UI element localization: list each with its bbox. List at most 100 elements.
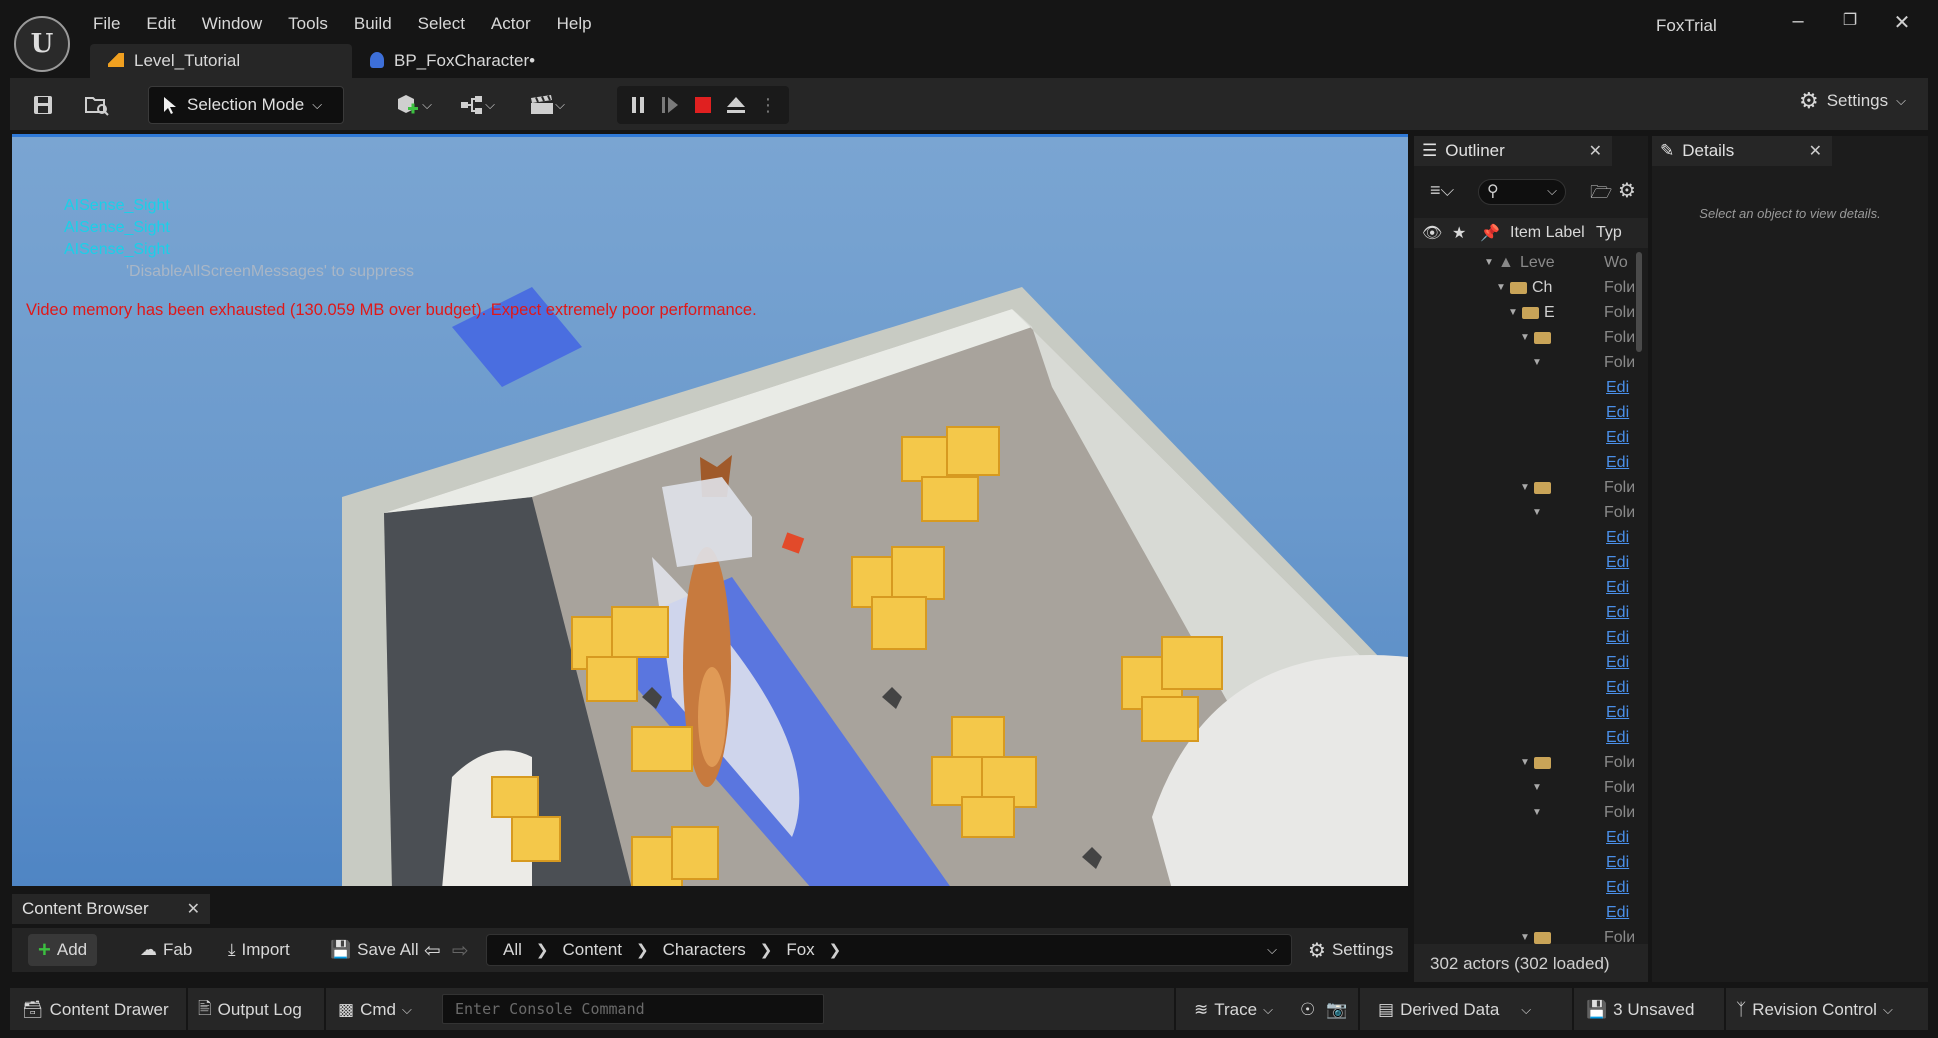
outliner-row[interactable]: Edi <box>1414 400 1634 425</box>
level-viewport[interactable]: AISense_Sight AISense_Sight AISense_Sigh… <box>12 134 1408 886</box>
column-type[interactable]: Typ <box>1596 224 1622 242</box>
outliner-row-type-link[interactable]: Edi <box>1606 429 1629 447</box>
menu-select[interactable]: Select <box>405 10 478 38</box>
breadcrumb-fox[interactable]: Fox <box>786 940 814 960</box>
outliner-row-type-link[interactable]: Edi <box>1606 454 1629 472</box>
import-button[interactable]: ⤓ Import <box>218 934 300 966</box>
pause-icon[interactable] <box>629 95 647 115</box>
unreal-logo-icon[interactable]: U <box>14 16 70 72</box>
outliner-search-input[interactable]: ⚲ ⌵ <box>1478 179 1566 205</box>
expand-arrow-icon[interactable]: ▼ <box>1520 332 1530 343</box>
minimize-icon[interactable]: – <box>1778 10 1818 38</box>
outliner-row[interactable]: ▼ Folи <box>1414 775 1634 800</box>
outliner-row-type-link[interactable]: Edi <box>1606 629 1629 647</box>
outliner-row-type-link[interactable]: Edi <box>1606 904 1629 922</box>
close-window-icon[interactable]: ✕ <box>1882 10 1922 38</box>
outliner-row-type-link[interactable]: Edi <box>1606 579 1629 597</box>
chevron-right-icon[interactable]: ❯ <box>829 941 842 959</box>
screenshot-icon[interactable]: 📷 <box>1326 996 1347 1024</box>
console-command-input[interactable]: Enter Console Command <box>442 994 824 1024</box>
outliner-row-type-link[interactable]: Edi <box>1606 379 1629 397</box>
chevron-down-icon[interactable]: ⌵ <box>1267 942 1277 958</box>
outliner-row[interactable]: Edi <box>1414 875 1634 900</box>
expand-arrow-icon[interactable]: ▼ <box>1484 257 1494 268</box>
outliner-row[interactable]: Edi <box>1414 675 1634 700</box>
add-button[interactable]: + Add <box>28 934 98 966</box>
outliner-row[interactable]: Edi <box>1414 625 1634 650</box>
outliner-row[interactable]: ▼ E Folи <box>1414 300 1634 325</box>
stop-icon[interactable] <box>693 95 713 115</box>
outliner-row-type-link[interactable]: Edi <box>1606 854 1629 872</box>
restore-icon[interactable]: ❐ <box>1830 10 1870 38</box>
outliner-row[interactable]: Edi <box>1414 850 1634 875</box>
close-icon[interactable]: ✕ <box>1589 141 1602 161</box>
expand-arrow-icon[interactable]: ▼ <box>1520 757 1530 768</box>
expand-arrow-icon[interactable]: ▼ <box>1532 357 1542 368</box>
outliner-row-type-link[interactable]: Edi <box>1606 529 1629 547</box>
step-frame-icon[interactable] <box>659 95 681 115</box>
outliner-row-type-link[interactable]: Edi <box>1606 829 1629 847</box>
add-actor-button[interactable]: ⌵ <box>388 88 438 122</box>
outliner-row[interactable]: ▼ Folи <box>1414 475 1634 500</box>
outliner-row-type-link[interactable]: Edi <box>1606 729 1629 747</box>
outliner-row[interactable]: Edi <box>1414 650 1634 675</box>
cinematics-button[interactable]: ⌵ <box>522 88 572 122</box>
chevron-right-icon[interactable]: ❯ <box>536 941 549 959</box>
menu-help[interactable]: Help <box>544 10 605 38</box>
outliner-row[interactable]: Edi <box>1414 525 1634 550</box>
expand-arrow-icon[interactable]: ▼ <box>1496 282 1506 293</box>
outliner-row-type-link[interactable]: Edi <box>1606 704 1629 722</box>
chevron-right-icon[interactable]: ❯ <box>636 941 649 959</box>
cb-settings-button[interactable]: ⚙ Settings <box>1298 934 1403 966</box>
outliner-row[interactable]: Edi <box>1414 375 1634 400</box>
menu-edit[interactable]: Edit <box>133 10 188 38</box>
pin-icon[interactable]: 📌 <box>1480 223 1500 243</box>
expand-arrow-icon[interactable]: ▼ <box>1532 507 1542 518</box>
expand-arrow-icon[interactable]: ▼ <box>1508 307 1518 318</box>
expand-arrow-icon[interactable]: ▼ <box>1532 807 1542 818</box>
outliner-row[interactable]: ▼ Folи <box>1414 800 1634 825</box>
viewport-scene[interactable] <box>12 137 1408 886</box>
outliner-row[interactable]: Edi <box>1414 900 1634 925</box>
outliner-tab[interactable]: ☰ Outliner ✕ <box>1414 136 1612 166</box>
menu-tools[interactable]: Tools <box>275 10 341 38</box>
column-item-label[interactable]: Item Label <box>1510 224 1585 242</box>
unsaved-button[interactable]: 💾 3 Unsaved <box>1586 996 1694 1024</box>
chevron-right-icon[interactable]: ❯ <box>760 941 773 959</box>
outliner-row-type-link[interactable]: Edi <box>1606 404 1629 422</box>
forward-icon[interactable]: ⇨ <box>452 934 469 966</box>
browse-level-icon[interactable] <box>80 88 114 122</box>
outliner-row[interactable]: Edi <box>1414 550 1634 575</box>
outliner-row[interactable]: ▼ Folи <box>1414 500 1634 525</box>
outliner-row[interactable]: Edi <box>1414 600 1634 625</box>
outliner-row-type-link[interactable]: Edi <box>1606 654 1629 672</box>
close-icon[interactable]: ✕ <box>187 899 200 919</box>
outliner-row[interactable]: ▼ Folи <box>1414 750 1634 775</box>
content-drawer-button[interactable]: 🗃 Content Drawer <box>22 996 169 1024</box>
outliner-row[interactable]: Edi <box>1414 575 1634 600</box>
outliner-scrollbar[interactable] <box>1636 252 1642 352</box>
outliner-row[interactable]: ▼ Folи <box>1414 350 1634 375</box>
content-browser-tab[interactable]: Content Browser ✕ <box>12 894 210 924</box>
derived-data-dropdown[interactable]: ▤ Derived Data ⌵ <box>1378 996 1531 1024</box>
save-all-button[interactable]: 💾 Save All <box>320 934 429 966</box>
outliner-row[interactable]: ▼ Ch Folи <box>1414 275 1634 300</box>
fab-button[interactable]: ☁ Fab <box>130 934 202 966</box>
close-icon[interactable]: ✕ <box>1809 141 1822 161</box>
menu-file[interactable]: File <box>80 10 133 38</box>
filter-icon[interactable]: ≡⌵ <box>1430 180 1454 201</box>
save-icon[interactable] <box>26 88 60 122</box>
breadcrumb-content[interactable]: Content <box>562 940 622 960</box>
outliner-row-type-link[interactable]: Edi <box>1606 604 1629 622</box>
blueprint-menu-button[interactable]: ⌵ <box>452 88 502 122</box>
new-folder-icon[interactable]: 🗁 <box>1590 180 1612 210</box>
outliner-row[interactable]: ▼ ▲ Leve Wo <box>1414 250 1634 275</box>
expand-arrow-icon[interactable]: ▼ <box>1520 482 1530 493</box>
breadcrumb-characters[interactable]: Characters <box>663 940 746 960</box>
tab-bp-foxcharacter[interactable]: BP_FoxCharacter• <box>352 44 572 78</box>
details-tab[interactable]: ✎ Details ✕ <box>1652 136 1832 166</box>
settings-button[interactable]: ⚙ Settings ⌵ <box>1799 88 1906 114</box>
outliner-row[interactable]: Edi <box>1414 425 1634 450</box>
back-icon[interactable]: ⇦ <box>424 934 441 966</box>
tab-level-tutorial[interactable]: Level_Tutorial <box>90 44 352 78</box>
